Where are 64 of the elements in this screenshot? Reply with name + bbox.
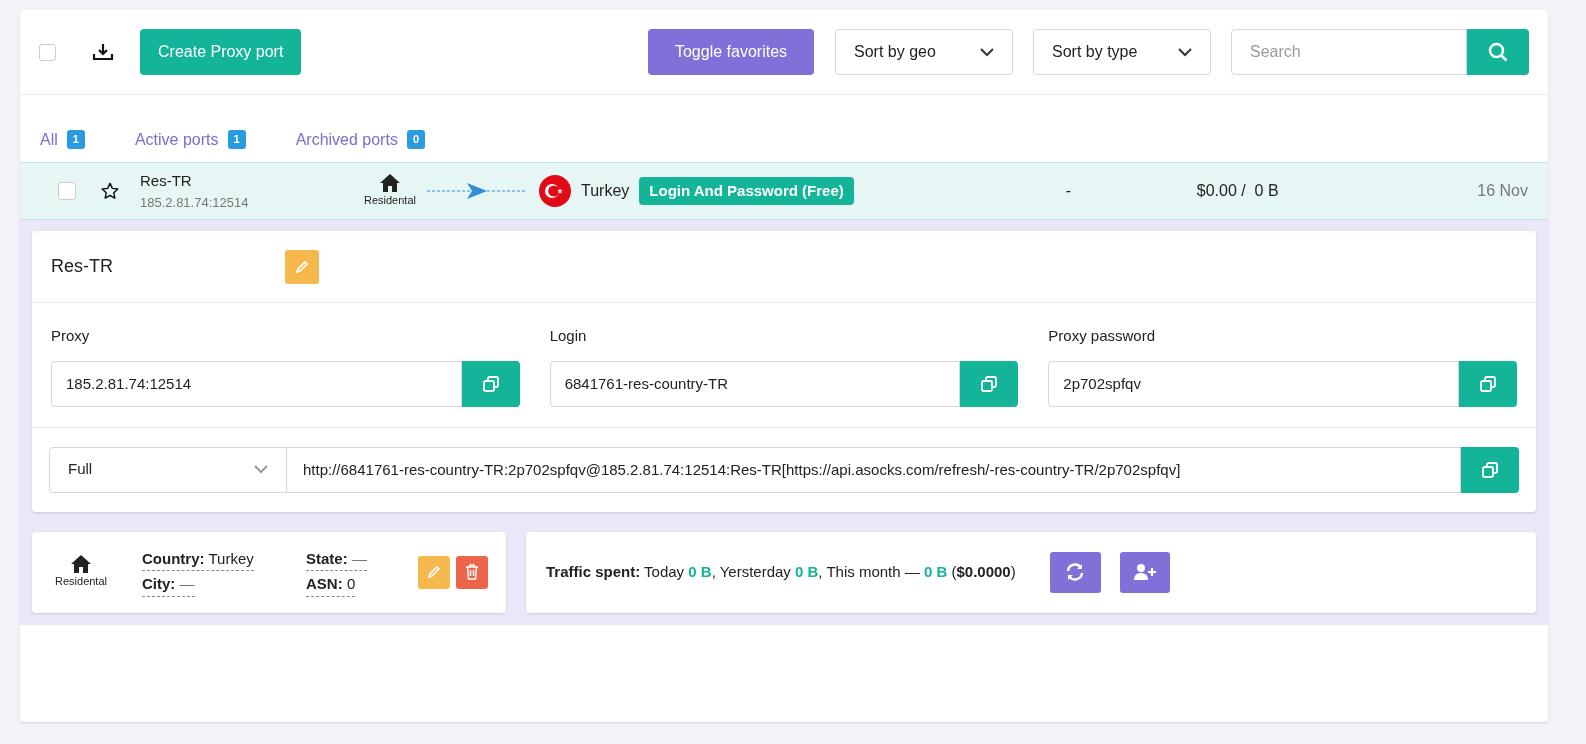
row-checkbox[interactable] xyxy=(58,182,76,200)
copy-button[interactable] xyxy=(461,360,520,407)
pencil-icon xyxy=(295,259,309,274)
sort-by-type-dropdown[interactable]: Sort by type xyxy=(1033,29,1211,75)
connection-string-field[interactable]: http://6841761-res-country-TR:2p702spfqv@185.2.81.74:12514:Res-TR[https://api.asocks.com/refresh/-res-country-TR/2p702spfqv] xyxy=(287,446,1461,493)
tab[interactable]: Archived ports xyxy=(295,127,398,152)
format-dropdown[interactable]: Full xyxy=(49,446,287,493)
tab[interactable]: Active ports xyxy=(134,127,219,152)
port-name: Res-TR xyxy=(140,171,193,191)
traffic-summary: Traffic spent: Today 0 B, Yersterday 0 B, This month — 0 B ($0.0000) xyxy=(546,561,1016,582)
copy-button[interactable] xyxy=(1461,446,1519,493)
value-field[interactable]: 6841761-res-country-TR xyxy=(549,360,961,407)
state-info: State: — xyxy=(306,547,367,571)
chevron-down-icon xyxy=(980,47,994,57)
copy-icon xyxy=(1482,461,1498,478)
dashed-arrow-icon xyxy=(427,181,527,201)
search-field[interactable]: Search xyxy=(1231,29,1467,75)
value-field[interactable]: 2p702spfqv xyxy=(1048,360,1459,407)
count-badge: 1 xyxy=(227,130,246,149)
proxy-type-label: Residental xyxy=(364,192,416,208)
delete-button[interactable] xyxy=(456,555,488,589)
copy-icon xyxy=(1480,375,1496,392)
proxy-name-title: Res-TR xyxy=(51,255,114,278)
select-all-checkbox[interactable] xyxy=(39,43,56,61)
proxy-type-label: Residental xyxy=(55,573,107,589)
field-label: Proxy password xyxy=(1048,326,1157,346)
port-date: 16 Nov xyxy=(1477,181,1528,201)
port-address: 185.2.81.74:12514 xyxy=(140,193,250,212)
copy-icon xyxy=(482,375,499,392)
chevron-down-icon xyxy=(1178,47,1192,57)
search-button[interactable] xyxy=(1467,29,1529,75)
sort-by-geo-dropdown[interactable]: Sort by geo xyxy=(835,29,1013,75)
pencil-icon xyxy=(427,565,441,579)
house-icon xyxy=(71,554,91,573)
refresh-icon xyxy=(1065,563,1086,581)
chevron-down-icon xyxy=(254,465,268,474)
field-label: Login xyxy=(549,326,588,346)
copy-button[interactable] xyxy=(1459,360,1517,407)
country-name: Turkey xyxy=(581,181,630,201)
country-info: Country: Turkey xyxy=(142,547,254,571)
tab[interactable]: All xyxy=(40,127,58,152)
star-icon[interactable] xyxy=(101,182,119,200)
refresh-button[interactable] xyxy=(1049,551,1101,593)
copy-button[interactable] xyxy=(960,360,1019,407)
edit-button[interactable] xyxy=(285,249,319,284)
row-value: - xyxy=(1065,181,1073,201)
trash-icon xyxy=(465,564,479,580)
traffic-cost: $0.00 / 0 B xyxy=(1196,181,1280,201)
edit-button[interactable] xyxy=(418,555,450,589)
add-user-icon xyxy=(1133,564,1156,580)
house-icon xyxy=(380,173,400,192)
add-user-button[interactable] xyxy=(1119,551,1170,593)
asn-info: ASN: 0 xyxy=(306,573,356,597)
field-label: Proxy xyxy=(51,326,91,346)
search-icon xyxy=(1488,42,1508,62)
count-badge: 0 xyxy=(406,130,425,149)
city-info: City: — xyxy=(142,573,195,597)
auth-type-badge: Login And Password (Free) xyxy=(639,176,854,206)
copy-icon xyxy=(981,375,998,392)
toggle-favorites-button[interactable]: Toggle favorites xyxy=(648,29,814,75)
value-field[interactable]: 185.2.81.74:12514 xyxy=(51,360,462,407)
flag-icon xyxy=(539,175,571,207)
download-icon[interactable] xyxy=(92,42,114,62)
count-badge: 1 xyxy=(66,130,85,149)
